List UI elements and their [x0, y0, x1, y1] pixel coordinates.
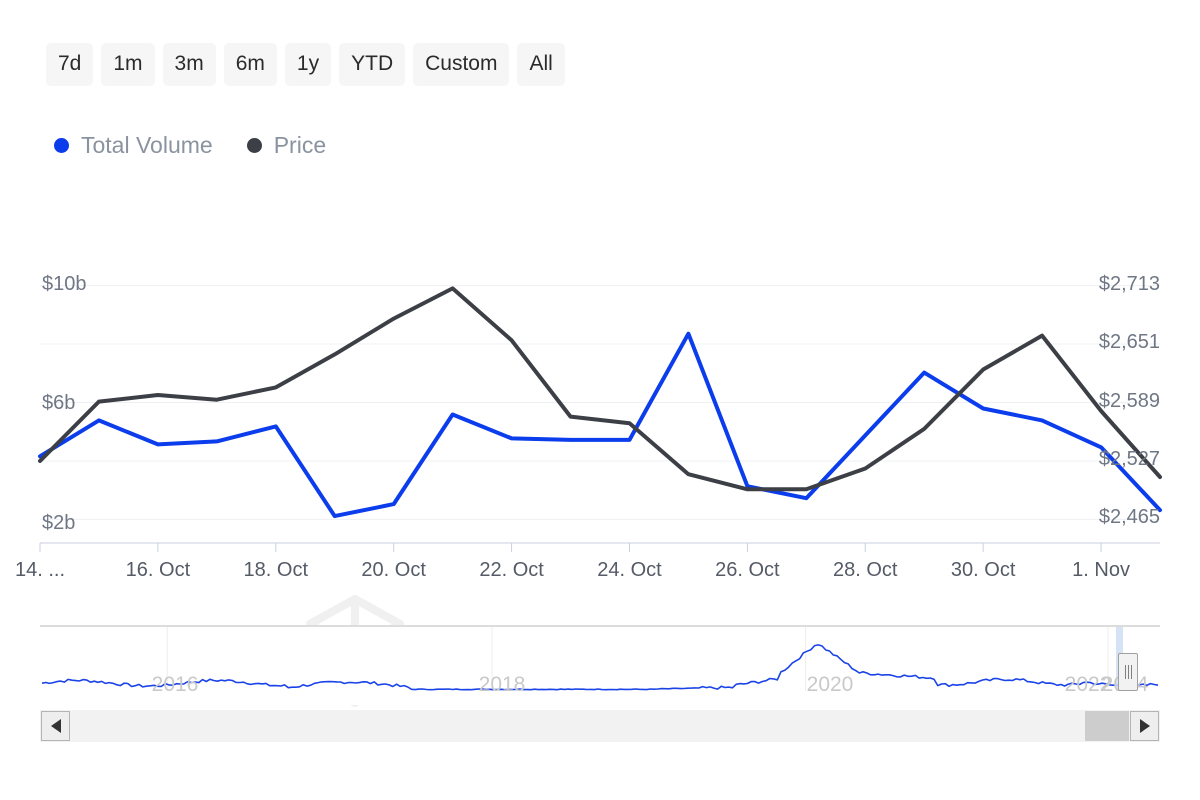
right-axis-tick-label: $2,713: [1098, 272, 1160, 295]
horizontal-scrollbar[interactable]: [40, 710, 1160, 742]
chart-svg: [38, 285, 1162, 552]
x-axis-tick-label: 24. Oct: [597, 559, 662, 581]
navigator-right-handle[interactable]: [1118, 653, 1138, 691]
range-button-7d[interactable]: 7d: [46, 43, 94, 86]
right-axis-tick-label: $2,465: [1098, 506, 1160, 529]
right-triangle-icon: [1139, 719, 1150, 733]
left-axis-tick-label: $6b: [42, 392, 76, 415]
range-button-ytd[interactable]: YTD: [339, 43, 406, 86]
x-axis-tick-label: 16. Oct: [125, 559, 191, 581]
handle-grip-line: [1127, 665, 1129, 679]
chart-widget: 7d 1m 3m 6m 1y YTD Custom All Total Volu…: [0, 0, 1200, 800]
legend-label-total-volume: Total Volume: [81, 132, 213, 158]
navigator-year-label: 2016: [151, 673, 199, 696]
navigator-series-line: [41, 644, 1159, 691]
series-line-price: [38, 286, 1162, 492]
navigator-year-label: 2020: [806, 673, 854, 696]
x-axis-tick-label: 30. Oct: [950, 559, 1016, 581]
scrollbar-thumb[interactable]: [1085, 711, 1129, 741]
x-axis-tick-label: 26. Oct: [715, 559, 780, 581]
left-axis-tick-label: $10b: [42, 272, 87, 295]
range-button-custom[interactable]: Custom: [413, 43, 510, 86]
range-button-6m[interactable]: 6m: [223, 43, 277, 86]
x-axis-tick-label: 18. Oct: [243, 559, 309, 581]
legend-item-price[interactable]: Price: [246, 132, 327, 158]
scrollbar-track[interactable]: [40, 710, 1160, 742]
series-line-total-volume: [38, 331, 1162, 519]
scroll-right-arrow-icon[interactable]: [1130, 711, 1159, 741]
legend-item-total-volume[interactable]: Total Volume: [54, 134, 213, 157]
x-axis-tick-label: 28. Oct: [833, 559, 898, 581]
scroll-left-arrow-icon[interactable]: [41, 711, 70, 741]
range-button-1m[interactable]: 1m: [101, 43, 155, 86]
right-axis-tick-label: $2,651: [1098, 331, 1160, 354]
x-axis-tick-label: 1. Nov: [1072, 559, 1130, 581]
range-button-3m[interactable]: 3m: [162, 43, 216, 86]
chart-legend: Total Volume Price: [54, 134, 326, 157]
legend-label-price: Price: [273, 132, 327, 158]
time-range-selector: 7d 1m 3m 6m 1y YTD Custom All: [46, 43, 565, 86]
left-triangle-icon: [50, 719, 61, 733]
x-axis-tick-label: 20. Oct: [361, 559, 426, 581]
right-axis-tick-label: $2,527: [1098, 447, 1160, 470]
navigator-year-label: 2018: [478, 673, 526, 696]
left-axis-tick-label: $2b: [42, 512, 76, 535]
navigator-sparkline: [40, 625, 1160, 691]
handle-grip-line: [1130, 665, 1132, 679]
x-axis-tick-label: 22. Oct: [479, 559, 544, 581]
legend-dot-price-icon: [246, 138, 262, 153]
handle-grip-line: [1124, 665, 1126, 679]
legend-dot-total-volume-icon: [54, 138, 69, 153]
range-button-1y[interactable]: 1y: [284, 43, 332, 86]
range-navigator[interactable]: 20162018202020222024: [40, 625, 1160, 705]
right-axis-tick-label: $2,589: [1098, 389, 1160, 412]
chart-plot-area[interactable]: IntoTheBlock $10b$6b$2b$2,713$2,651$2,58…: [0, 236, 1200, 707]
range-button-all[interactable]: All: [517, 43, 565, 86]
x-axis-tick-label: 14. ...: [14, 559, 66, 581]
